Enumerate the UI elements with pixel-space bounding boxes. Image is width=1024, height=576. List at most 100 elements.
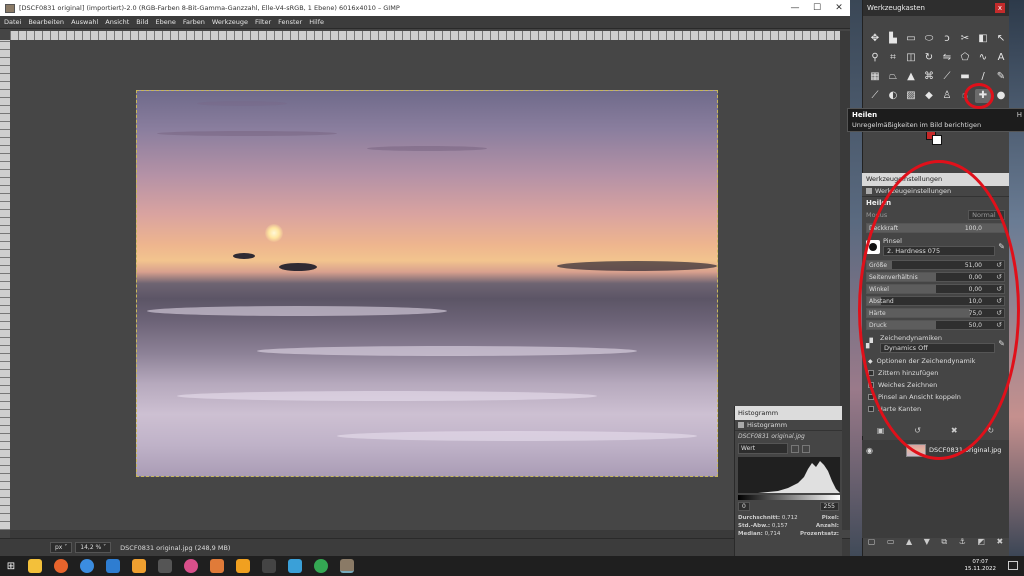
app-icon[interactable] (132, 559, 146, 573)
maximize-button[interactable]: ☐ (806, 3, 828, 13)
mypaint-brush-icon[interactable]: ▨ (903, 89, 919, 103)
new-layer-icon[interactable]: ▢ (868, 537, 876, 551)
menu-datei[interactable]: Datei (4, 18, 21, 26)
image-canvas-photo[interactable] (136, 90, 718, 477)
menu-filter[interactable]: Filter (255, 18, 271, 26)
flip-icon[interactable]: ⇋ (939, 51, 955, 65)
photo-cloud (367, 146, 487, 151)
stat-value: 0,714 (764, 531, 781, 537)
vertical-ruler[interactable] (0, 40, 10, 530)
photo-cloud (157, 131, 337, 136)
histogram-tab[interactable]: Histogramm (735, 420, 842, 431)
lower-layer-icon[interactable]: ▼ (924, 537, 930, 551)
eraser-icon[interactable]: ◆ (921, 89, 937, 103)
raise-layer-icon[interactable]: ▲ (906, 537, 912, 551)
outlook-icon[interactable] (106, 559, 120, 573)
checkbox[interactable] (868, 406, 874, 412)
lasso-icon[interactable]: ↄ (939, 32, 955, 46)
paths-icon[interactable]: ↖ (993, 32, 1009, 46)
gradient-icon[interactable]: ▬ (957, 70, 973, 84)
warp-icon[interactable]: ∿ (975, 51, 991, 65)
move-tool-icon[interactable]: ✥ (867, 32, 883, 46)
rotate-icon[interactable]: ↻ (921, 51, 937, 65)
cage-icon[interactable]: ⬠ (957, 51, 973, 65)
window-titlebar[interactable]: [DSCF0831 original] (importiert)-2.0 (RG… (0, 0, 850, 16)
menu-werkzeuge[interactable]: Werkzeuge (212, 18, 248, 26)
stat-right-label: Pixel: (821, 515, 839, 521)
paintbrush-icon[interactable]: / (975, 70, 991, 84)
text-tool-icon[interactable]: A (993, 51, 1009, 65)
horizontal-scrollbar[interactable] (10, 530, 840, 538)
inkscape-icon[interactable] (262, 559, 276, 573)
perspective-icon[interactable]: ⏢ (885, 70, 901, 84)
linear-histogram-icon[interactable] (791, 444, 799, 453)
visibility-eye-icon[interactable]: ◉ (866, 446, 878, 455)
app-icon[interactable] (288, 559, 302, 573)
anchor-layer-icon[interactable]: ⚓ (959, 537, 966, 551)
menu-ebene[interactable]: Ebene (155, 18, 175, 26)
unit-select[interactable]: px ˅ (50, 542, 73, 553)
file-explorer-icon[interactable] (28, 559, 42, 573)
new-group-icon[interactable]: ▭ (887, 537, 895, 551)
menu-ansicht[interactable]: Ansicht (105, 18, 129, 26)
app-icon[interactable] (158, 559, 172, 573)
crop-icon[interactable]: ⌗ (885, 51, 901, 65)
toolbox-titlebar[interactable]: Werkzeugkasten x (863, 0, 1009, 16)
app-icon[interactable] (210, 559, 224, 573)
ink-icon[interactable]: ◐ (885, 89, 901, 103)
menu-fenster[interactable]: Fenster (278, 18, 302, 26)
photo-foam (337, 431, 697, 441)
clone-icon[interactable]: ♙ (939, 89, 955, 103)
photo-foam (177, 391, 597, 401)
app-icon[interactable] (184, 559, 198, 573)
log-histogram-icon[interactable] (802, 444, 810, 453)
menu-farben[interactable]: Farben (183, 18, 205, 26)
measure-icon[interactable]: ⟋ (939, 70, 955, 84)
horizontal-ruler[interactable] (10, 31, 840, 40)
range-max-input[interactable]: 255 (819, 502, 839, 511)
mask-icon[interactable]: ◩ (977, 537, 985, 551)
align-tool-icon[interactable]: ▙ (885, 32, 901, 46)
pencil-icon[interactable]: ✎ (993, 70, 1009, 84)
background-color-swatch[interactable] (932, 135, 942, 145)
bucket-fill-icon[interactable]: ▲ (903, 70, 919, 84)
chrome-icon[interactable] (80, 559, 94, 573)
notification-icon[interactable] (1008, 561, 1018, 570)
app-icon[interactable] (236, 559, 250, 573)
color-picker-icon[interactable]: ⚲ (867, 51, 883, 65)
stat-row: Std.-Abw.: 0,157 Anzahl: (738, 522, 839, 530)
save-options-icon[interactable]: ▣ (877, 426, 885, 438)
range-min-input[interactable]: 0 (738, 502, 750, 511)
dodge-burn-icon[interactable]: ● (993, 89, 1009, 103)
photo-rock (279, 263, 317, 271)
menu-hilfe[interactable]: Hilfe (309, 18, 324, 26)
foreground-select-icon[interactable]: ◧ (975, 32, 991, 46)
menu-auswahl[interactable]: Auswahl (71, 18, 98, 26)
system-clock[interactable]: 07:07 15.11.2022 (965, 559, 997, 573)
histogram-graph[interactable] (738, 457, 840, 493)
duplicate-layer-icon[interactable]: ⧉ (941, 537, 947, 551)
ellipse-select-icon[interactable]: ⬭ (921, 32, 937, 46)
seamless-clone-icon[interactable]: ⌘ (921, 70, 937, 84)
windows-start-icon[interactable]: ⊞ (0, 561, 22, 572)
histogram-filename: DSCF0831 original.jpg (738, 433, 805, 440)
tool-options-tab-icon (866, 188, 872, 194)
minimize-button[interactable]: — (784, 3, 806, 13)
gimp-taskbar-icon[interactable] (340, 559, 354, 573)
menu-bearbeiten[interactable]: Bearbeiten (28, 18, 64, 26)
toolbox-title: Werkzeugkasten (867, 4, 925, 12)
grid-tool-icon[interactable]: ▦ (867, 70, 883, 84)
delete-layer-icon[interactable]: ✖ (996, 537, 1003, 551)
app-icon[interactable] (314, 559, 328, 573)
close-button[interactable]: ✕ (828, 3, 850, 13)
histogram-panel-title[interactable]: Histogramm (735, 406, 842, 420)
scissors-icon[interactable]: ✂ (957, 32, 973, 46)
channel-select[interactable]: Wert (738, 443, 788, 454)
firefox-icon[interactable] (54, 559, 68, 573)
zoom-select[interactable]: 14,2 % ˅ (75, 542, 112, 553)
menu-bild[interactable]: Bild (136, 18, 148, 26)
airbrush-icon[interactable]: ⟋ (867, 89, 883, 103)
toolbox-close-button[interactable]: x (995, 3, 1005, 13)
rect-select-icon[interactable]: ▭ (903, 32, 919, 46)
unified-transform-icon[interactable]: ◫ (903, 51, 919, 65)
